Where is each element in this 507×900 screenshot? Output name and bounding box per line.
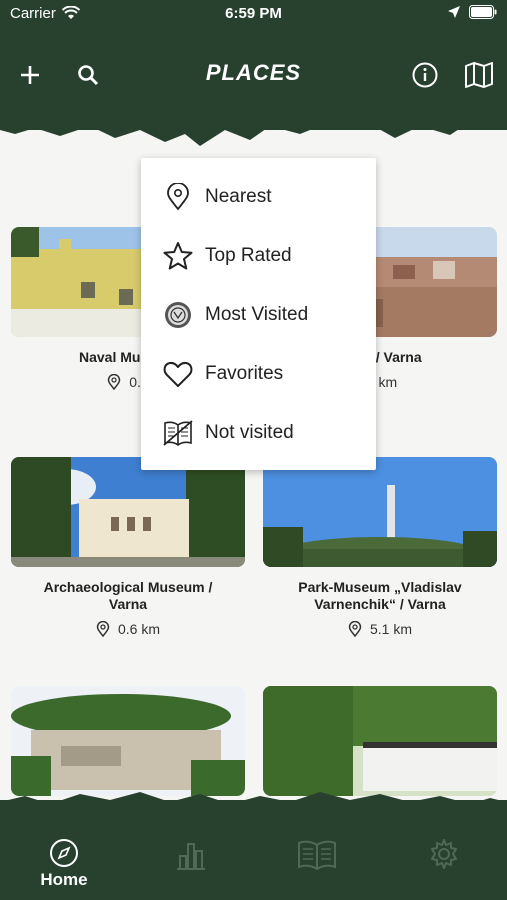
book-icon	[298, 840, 336, 871]
torn-edge-top	[0, 100, 507, 146]
menu-item-label: Favorites	[205, 363, 284, 384]
crossed-book-icon	[163, 420, 193, 446]
battery-icon	[469, 5, 497, 19]
menu-item-most-visited[interactable]: Most Visited	[141, 286, 376, 344]
info-button[interactable]	[408, 58, 442, 92]
gear-icon	[431, 839, 457, 869]
info-icon	[412, 62, 438, 88]
place-distance: 0.6 km	[11, 621, 245, 637]
tab-home-label: Home	[40, 870, 88, 889]
place-name: Archaeological Museum / Varna	[43, 579, 213, 612]
tab-journal[interactable]	[277, 838, 357, 872]
heart-icon	[163, 361, 193, 387]
status-time: 6:59 PM	[225, 5, 282, 22]
place-card[interactable]: Park-Museum „Vladislav Varnenchik“ / Var…	[263, 457, 497, 637]
place-image	[11, 457, 245, 567]
star-icon	[163, 242, 193, 270]
menu-item-not-visited[interactable]: Not visited	[141, 404, 376, 462]
pin-icon	[348, 621, 362, 637]
menu-item-label: Not visited	[205, 422, 294, 443]
place-card[interactable]: Archaeological Museum / Varna 0.6 km	[11, 457, 245, 637]
place-distance: 5.1 km	[263, 621, 497, 637]
bar-chart-icon	[177, 843, 205, 870]
location-arrow-icon	[448, 6, 460, 18]
menu-item-nearest[interactable]: Nearest	[141, 168, 376, 226]
tab-settings[interactable]	[404, 838, 484, 870]
menu-item-favorites[interactable]: Favorites	[141, 345, 376, 403]
sort-menu: Nearest Top Rated Most Visited Favorites…	[141, 158, 376, 470]
pin-icon	[108, 374, 121, 390]
map-button[interactable]	[462, 58, 496, 92]
compass-icon	[50, 839, 78, 867]
stamp-icon	[165, 302, 191, 328]
map-icon	[465, 62, 493, 88]
pin-icon	[96, 621, 110, 637]
menu-item-label: Nearest	[205, 186, 272, 207]
menu-item-top-rated[interactable]: Top Rated	[141, 227, 376, 285]
place-image	[263, 457, 497, 567]
tab-home[interactable]: Home	[24, 838, 104, 890]
tab-stats[interactable]	[151, 838, 231, 872]
menu-item-label: Top Rated	[205, 245, 292, 266]
distance-value: 0.6 km	[117, 621, 160, 637]
map-pin-icon	[167, 183, 189, 211]
menu-item-label: Most Visited	[205, 304, 309, 325]
status-bar: Carrier 6:59 PM	[0, 0, 507, 28]
place-name: Park-Museum „Vladislav Varnenchik“ / Var…	[298, 579, 462, 612]
distance-value: 5.1 km	[369, 621, 412, 637]
